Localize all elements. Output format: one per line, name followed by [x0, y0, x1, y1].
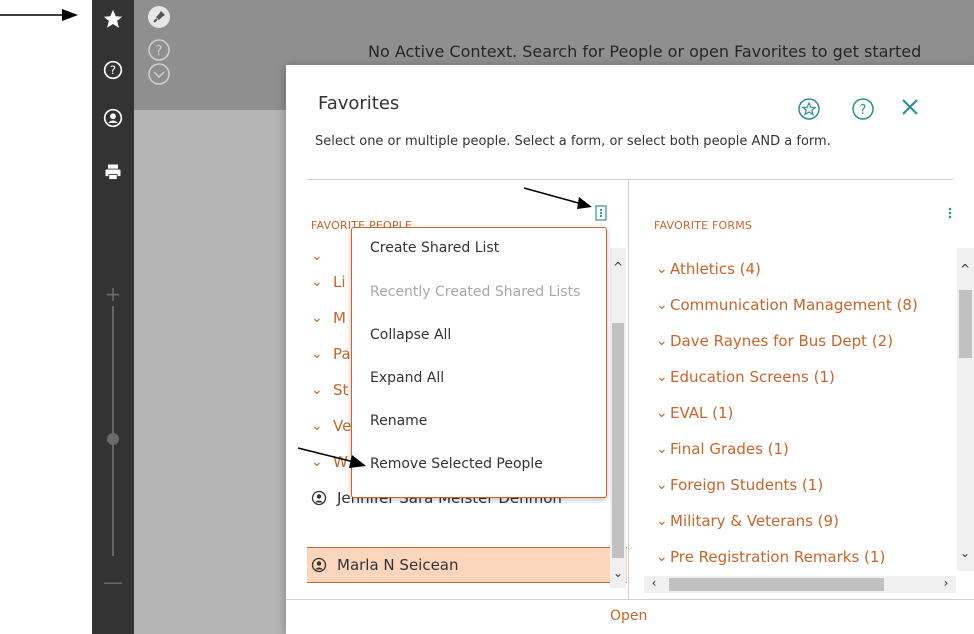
scroll-down-arrow[interactable]: ⌄: [610, 566, 626, 580]
chevron-down-icon: ⌄: [311, 346, 323, 362]
list-item[interactable]: ⌄ EVAL (1): [644, 395, 733, 431]
people-options-icon[interactable]: [595, 205, 607, 221]
dialog-footer: Open: [286, 599, 974, 634]
svg-text:?: ?: [860, 103, 867, 118]
list-item[interactable]: ⌄ Foreign Students (1): [644, 467, 823, 503]
people-scrollbar[interactable]: ^ ⌄: [610, 248, 626, 588]
scroll-thumb[interactable]: [669, 578, 884, 591]
close-icon[interactable]: [898, 95, 922, 119]
dialog-subtitle: Select one or multiple people. Select a …: [315, 134, 831, 149]
column-divider: [628, 179, 629, 599]
help-circle-icon[interactable]: ?: [147, 38, 171, 62]
list-item[interactable]: ⌄ Education Screens (1): [644, 359, 835, 395]
list-item[interactable]: ⌄ Military & Veterans (9): [644, 503, 839, 539]
scroll-right-arrow[interactable]: ›: [938, 576, 954, 593]
zoom-slider-track[interactable]: [112, 306, 114, 556]
chevron-down-icon: ⌄: [311, 382, 323, 398]
chevron-down-icon: ⌄: [656, 513, 668, 529]
group-label: Li: [333, 273, 346, 291]
form-label: EVAL (1): [670, 404, 734, 422]
list-item[interactable]: ⌄ Pre Registration Remarks (1): [644, 539, 885, 575]
form-label: Athletics (4): [670, 260, 761, 278]
svg-text:?: ?: [110, 63, 116, 77]
zoom-out-button[interactable]: —: [92, 570, 134, 594]
chevron-down-icon: ⌄: [656, 333, 668, 349]
person-row-selected[interactable]: Marla N Seicean: [307, 547, 627, 583]
menu-item-rename[interactable]: Rename: [370, 413, 427, 429]
chevron-down-icon: ⌄: [311, 248, 323, 264]
dialog-title: Favorites: [318, 93, 400, 114]
divider: [307, 179, 953, 180]
group-label: Pa: [333, 345, 351, 363]
annotation-arrow-sidebar: [0, 9, 78, 21]
group-label: St: [333, 381, 349, 399]
person-icon: [311, 557, 327, 573]
form-label: Final Grades (1): [670, 440, 789, 458]
form-label: Pre Registration Remarks (1): [670, 548, 886, 566]
menu-item-recent-shared-lists: Recently Created Shared Lists: [370, 284, 581, 300]
print-icon[interactable]: [92, 162, 134, 182]
annotation-arrow-remove: [297, 447, 366, 468]
help-icon[interactable]: ?: [851, 97, 875, 121]
chevron-down-icon: ⌄: [656, 297, 668, 313]
list-item[interactable]: ⌄ Communication Management (8): [644, 287, 918, 323]
list-item[interactable]: ⌄ Dave Raynes for Bus Dept (2): [644, 323, 893, 359]
star-icon[interactable]: [92, 8, 134, 30]
favorite-forms-list: ⌄ Athletics (4) ⌄ Communication Management…: [644, 251, 956, 581]
forms-options-icon[interactable]: [944, 205, 956, 221]
chevron-down-icon: ⌄: [311, 310, 323, 326]
user-icon[interactable]: [92, 108, 134, 128]
menu-item-remove-selected-people[interactable]: Remove Selected People: [370, 456, 543, 472]
chevron-down-icon: ⌄: [656, 405, 668, 421]
scroll-thumb[interactable]: [612, 323, 624, 558]
group-label: M: [333, 309, 346, 327]
chevron-down-icon: ⌄: [656, 441, 668, 457]
chevron-down-icon: ⌄: [656, 369, 668, 385]
scroll-left-arrow[interactable]: ‹: [646, 576, 662, 593]
context-message: No Active Context. Search for People or …: [368, 42, 922, 61]
list-item[interactable]: ⌄ Final Grades (1): [644, 431, 789, 467]
app-sidebar: ? + —: [92, 0, 134, 634]
list-item[interactable]: ⌄ Athletics (4): [644, 251, 761, 287]
form-label: Dave Raynes for Bus Dept (2): [670, 332, 894, 350]
open-button[interactable]: Open: [610, 608, 647, 624]
scroll-up-arrow[interactable]: ^: [610, 260, 626, 274]
pin-icon[interactable]: [147, 5, 171, 29]
favorite-forms-header: FAVORITE FORMS: [654, 219, 753, 232]
zoom-slider-thumb[interactable]: [107, 433, 119, 445]
form-label: Education Screens (1): [670, 368, 835, 386]
people-options-menu: Create Shared List Recently Created Shar…: [351, 227, 607, 498]
svg-text:?: ?: [156, 44, 163, 59]
scroll-thumb[interactable]: [959, 290, 972, 358]
chevron-down-icon: ⌄: [311, 274, 323, 290]
menu-item-collapse-all[interactable]: Collapse All: [370, 327, 451, 343]
scroll-up-arrow[interactable]: ^: [957, 262, 973, 276]
menu-item-create-shared-list[interactable]: Create Shared List: [370, 240, 499, 256]
chevron-down-icon: ⌄: [311, 418, 323, 434]
annotation-arrow-options: [523, 187, 592, 209]
forms-horizontal-scrollbar[interactable]: ‹ ›: [644, 576, 956, 593]
chevron-down-icon: ⌄: [656, 549, 668, 565]
help-icon[interactable]: ?: [92, 60, 134, 80]
chevron-down-icon: ⌄: [656, 477, 668, 493]
zoom-in-button[interactable]: +: [92, 282, 134, 306]
chevron-down-circle-icon[interactable]: [147, 62, 171, 86]
person-name: Marla N Seicean: [337, 556, 459, 574]
forms-scrollbar[interactable]: ^ ⌄: [957, 248, 974, 571]
person-icon: [311, 490, 327, 506]
scroll-down-arrow[interactable]: ⌄: [957, 546, 973, 560]
form-label: Communication Management (8): [670, 296, 918, 314]
form-label: Military & Veterans (9): [670, 512, 839, 530]
form-label: Foreign Students (1): [670, 476, 824, 494]
menu-item-expand-all[interactable]: Expand All: [370, 370, 444, 386]
star-circle-icon[interactable]: [797, 97, 821, 121]
group-label: Ve: [333, 417, 352, 435]
chevron-down-icon: ⌄: [656, 261, 668, 277]
